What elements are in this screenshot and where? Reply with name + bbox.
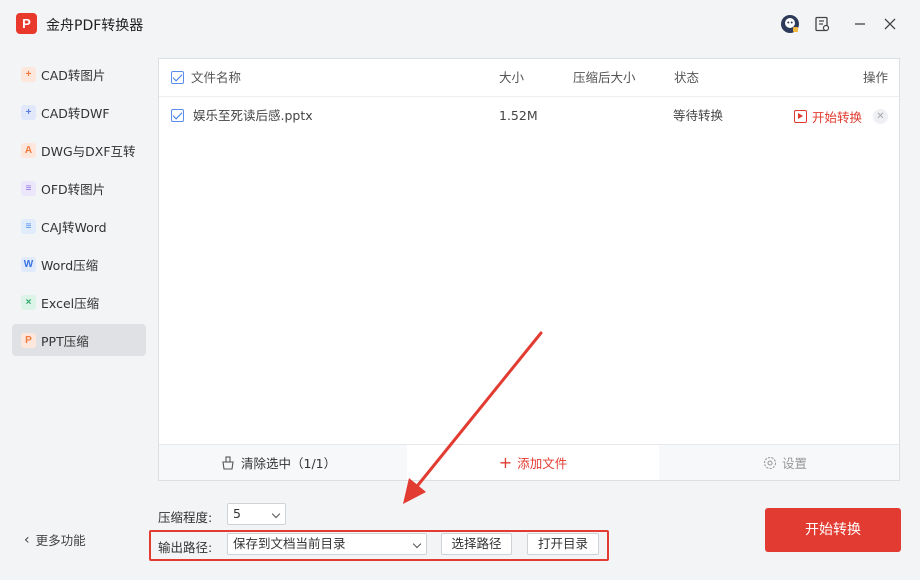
sidebar-item-6[interactable]: × Excel压缩 xyxy=(12,286,146,318)
excel-compress-icon: × xyxy=(21,294,36,310)
user-avatar-icon[interactable] xyxy=(780,14,800,34)
compress-level-label: 压缩程度: xyxy=(158,510,213,525)
more-functions-label: 更多功能 xyxy=(35,533,86,548)
sidebar-item-0[interactable]: + CAD转图片 xyxy=(12,58,146,90)
settings-button[interactable]: 设置 xyxy=(763,445,807,480)
header-status: 状态 xyxy=(674,70,700,85)
minimize-icon[interactable] xyxy=(850,14,870,34)
output-path-label: 输出路径: xyxy=(158,540,213,555)
clear-selected-label: 清除选中（1/1） xyxy=(241,456,337,471)
sidebar-item-7[interactable]: P PPT压缩 xyxy=(12,324,146,356)
more-functions-link[interactable]: ‹ 更多功能 xyxy=(24,530,86,549)
row-start-convert-button[interactable]: 开始转换 xyxy=(794,97,862,135)
sidebar-item-4[interactable]: ≡ CAJ转Word xyxy=(12,210,146,242)
file-list-panel: 文件名称 大小 压缩后大小 状态 操作 娱乐至死读后感.pptx 1.52M 等… xyxy=(158,58,900,481)
close-icon[interactable] xyxy=(880,14,900,34)
file-status: 等待转换 xyxy=(673,108,724,123)
sidebar: + CAD转图片 + CAD转DWF A DWG与DXF互转 ≡ OFD转图片 ≡ CAJ转Wor… xyxy=(12,58,146,362)
header-name: 文件名称 xyxy=(191,70,242,85)
clear-selected-button[interactable]: 清除选中（1/1） xyxy=(221,445,336,480)
sidebar-item-3[interactable]: ≡ OFD转图片 xyxy=(12,172,146,204)
chevron-left-icon: ‹ xyxy=(24,531,30,548)
sidebar-item-label: OFD转图片 xyxy=(41,181,106,197)
gear-icon xyxy=(763,456,777,469)
row-start-convert-label: 开始转换 xyxy=(812,109,863,125)
sidebar-item-label: Word压缩 xyxy=(41,257,99,273)
cad-image-icon: + xyxy=(21,66,36,82)
table-row[interactable]: 娱乐至死读后感.pptx 1.52M 等待转换 开始转换 ✕ xyxy=(159,97,899,135)
compress-level-select[interactable]: 5 xyxy=(227,503,286,525)
title-bar: P 金舟PDF转换器 xyxy=(0,0,920,48)
header-compressed-size: 压缩后大小 xyxy=(573,70,636,85)
feedback-icon[interactable] xyxy=(812,14,832,34)
sidebar-item-label: PPT压缩 xyxy=(41,333,89,349)
start-convert-button[interactable]: 开始转换 xyxy=(765,508,901,552)
header-action: 操作 xyxy=(863,70,889,85)
word-compress-icon: W xyxy=(21,256,36,272)
sidebar-item-2[interactable]: A DWG与DXF互转 xyxy=(12,134,146,166)
choose-path-button[interactable]: 选择路径 xyxy=(441,533,512,555)
select-all-checkbox[interactable] xyxy=(171,71,184,84)
chevron-down-icon xyxy=(412,539,422,549)
caj-word-icon: ≡ xyxy=(21,218,36,234)
app-logo: P xyxy=(16,13,37,34)
sidebar-item-label: CAJ转Word xyxy=(41,219,107,235)
row-checkbox[interactable] xyxy=(171,109,184,122)
sidebar-item-label: CAD转DWF xyxy=(41,105,110,121)
file-name: 娱乐至死读后感.pptx xyxy=(193,108,313,123)
play-icon xyxy=(794,109,807,123)
sidebar-item-1[interactable]: + CAD转DWF xyxy=(12,96,146,128)
ofd-image-icon: ≡ xyxy=(21,180,36,196)
header-size: 大小 xyxy=(499,70,525,85)
ppt-compress-icon: P xyxy=(21,332,36,348)
sidebar-item-label: CAD转图片 xyxy=(41,67,106,83)
add-file-button[interactable]: + 添加文件 xyxy=(407,445,659,480)
settings-label: 设置 xyxy=(782,456,808,471)
cad-dwf-icon: + xyxy=(21,104,36,120)
file-size: 1.52M xyxy=(499,108,538,123)
plus-icon: + xyxy=(498,452,513,472)
table-header: 文件名称 大小 压缩后大小 状态 操作 xyxy=(159,59,899,97)
compress-level-value: 5 xyxy=(233,506,241,521)
output-path-select[interactable]: 保存到文档当前目录 xyxy=(227,533,427,555)
sidebar-item-label: Excel压缩 xyxy=(41,295,100,311)
remove-file-icon[interactable]: ✕ xyxy=(873,109,888,124)
app-title: 金舟PDF转换器 xyxy=(46,18,144,34)
broom-icon xyxy=(222,455,234,470)
add-file-label: 添加文件 xyxy=(517,456,568,471)
output-path-value: 保存到文档当前目录 xyxy=(233,536,346,551)
panel-footer: 清除选中（1/1） + 添加文件 设置 xyxy=(159,444,899,480)
open-directory-button[interactable]: 打开目录 xyxy=(527,533,599,555)
sidebar-item-label: DWG与DXF互转 xyxy=(41,143,136,159)
sidebar-item-5[interactable]: W Word压缩 xyxy=(12,248,146,280)
dwg-dxf-icon: A xyxy=(21,142,36,158)
chevron-down-icon xyxy=(271,509,281,519)
